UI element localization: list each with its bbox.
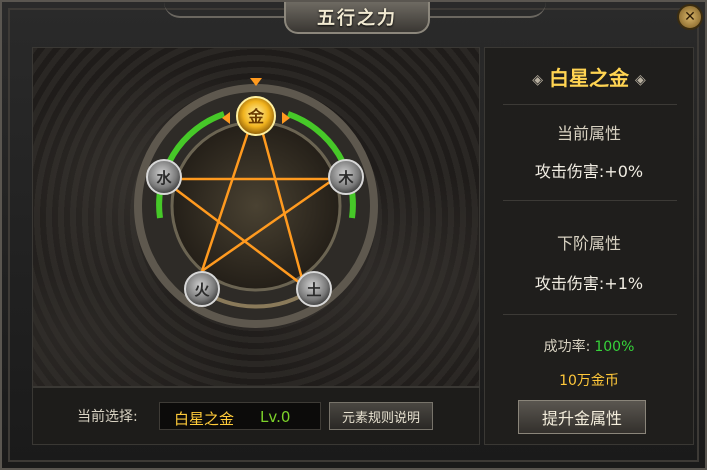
- success-rate: 成功率: 100%: [485, 336, 693, 356]
- divider: [503, 314, 677, 315]
- element-wheel: 金 木 水 火 土: [134, 78, 378, 328]
- earth-glyph: 土: [306, 281, 321, 299]
- fire-glyph: 火: [194, 281, 210, 299]
- element-node-water[interactable]: 水: [146, 159, 182, 195]
- metal-glyph: 金: [247, 107, 265, 126]
- upgrade-cost: 10万金币: [559, 373, 619, 389]
- selection-bar: 当前选择: 白星之金 Lv.0 元素规则说明: [32, 387, 480, 445]
- upgrade-metal-button[interactable]: 提升金属性: [518, 400, 646, 434]
- success-rate-value: 100%: [594, 339, 635, 355]
- element-title-text: 白星之金: [549, 66, 629, 90]
- divider: [503, 104, 677, 105]
- element-node-metal[interactable]: 金: [236, 96, 276, 136]
- element-node-wood[interactable]: 木: [328, 159, 364, 195]
- element-node-earth[interactable]: 土: [296, 271, 332, 307]
- element-node-fire[interactable]: 火: [184, 271, 220, 307]
- selected-element-name: 白星之金: [174, 410, 235, 428]
- title-ornament-left: [164, 2, 284, 18]
- selected-element-level: Lv.0: [260, 408, 291, 426]
- current-attr-value: 攻击伤害:+0%: [534, 162, 644, 181]
- diamond-right-icon: ◈: [635, 71, 646, 88]
- five-elements-window: 五行之力 ✕ 金 木 水 火 土 当前选择: 白星之金 Lv.0 元素规则说明 …: [0, 0, 707, 470]
- divider: [503, 200, 677, 201]
- next-attr-header: 下阶属性: [556, 234, 621, 253]
- water-glyph: 水: [156, 169, 172, 187]
- current-selection-box: 白星之金 Lv.0: [159, 402, 321, 430]
- next-attr-value: 攻击伤害:+1%: [534, 274, 644, 293]
- element-wheel-panel: 金 木 水 火 土: [32, 47, 480, 387]
- wood-glyph: 木: [337, 169, 354, 187]
- current-selection-label: 当前选择:: [77, 409, 138, 425]
- title-ornament-right: [426, 2, 546, 18]
- current-attr-header: 当前属性: [556, 124, 621, 143]
- element-details-panel: ◈ 白星之金 ◈ 当前属性 攻击伤害:+0% 下阶属性 攻击伤害:+1% 成功率: 1…: [484, 47, 694, 445]
- element-title: ◈ 白星之金 ◈: [485, 62, 693, 91]
- close-icon[interactable]: ✕: [677, 4, 703, 30]
- element-rules-button[interactable]: 元素规则说明: [329, 402, 433, 430]
- success-rate-label: 成功率:: [543, 339, 591, 355]
- diamond-left-icon: ◈: [532, 71, 543, 88]
- window-title: 五行之力: [284, 2, 430, 34]
